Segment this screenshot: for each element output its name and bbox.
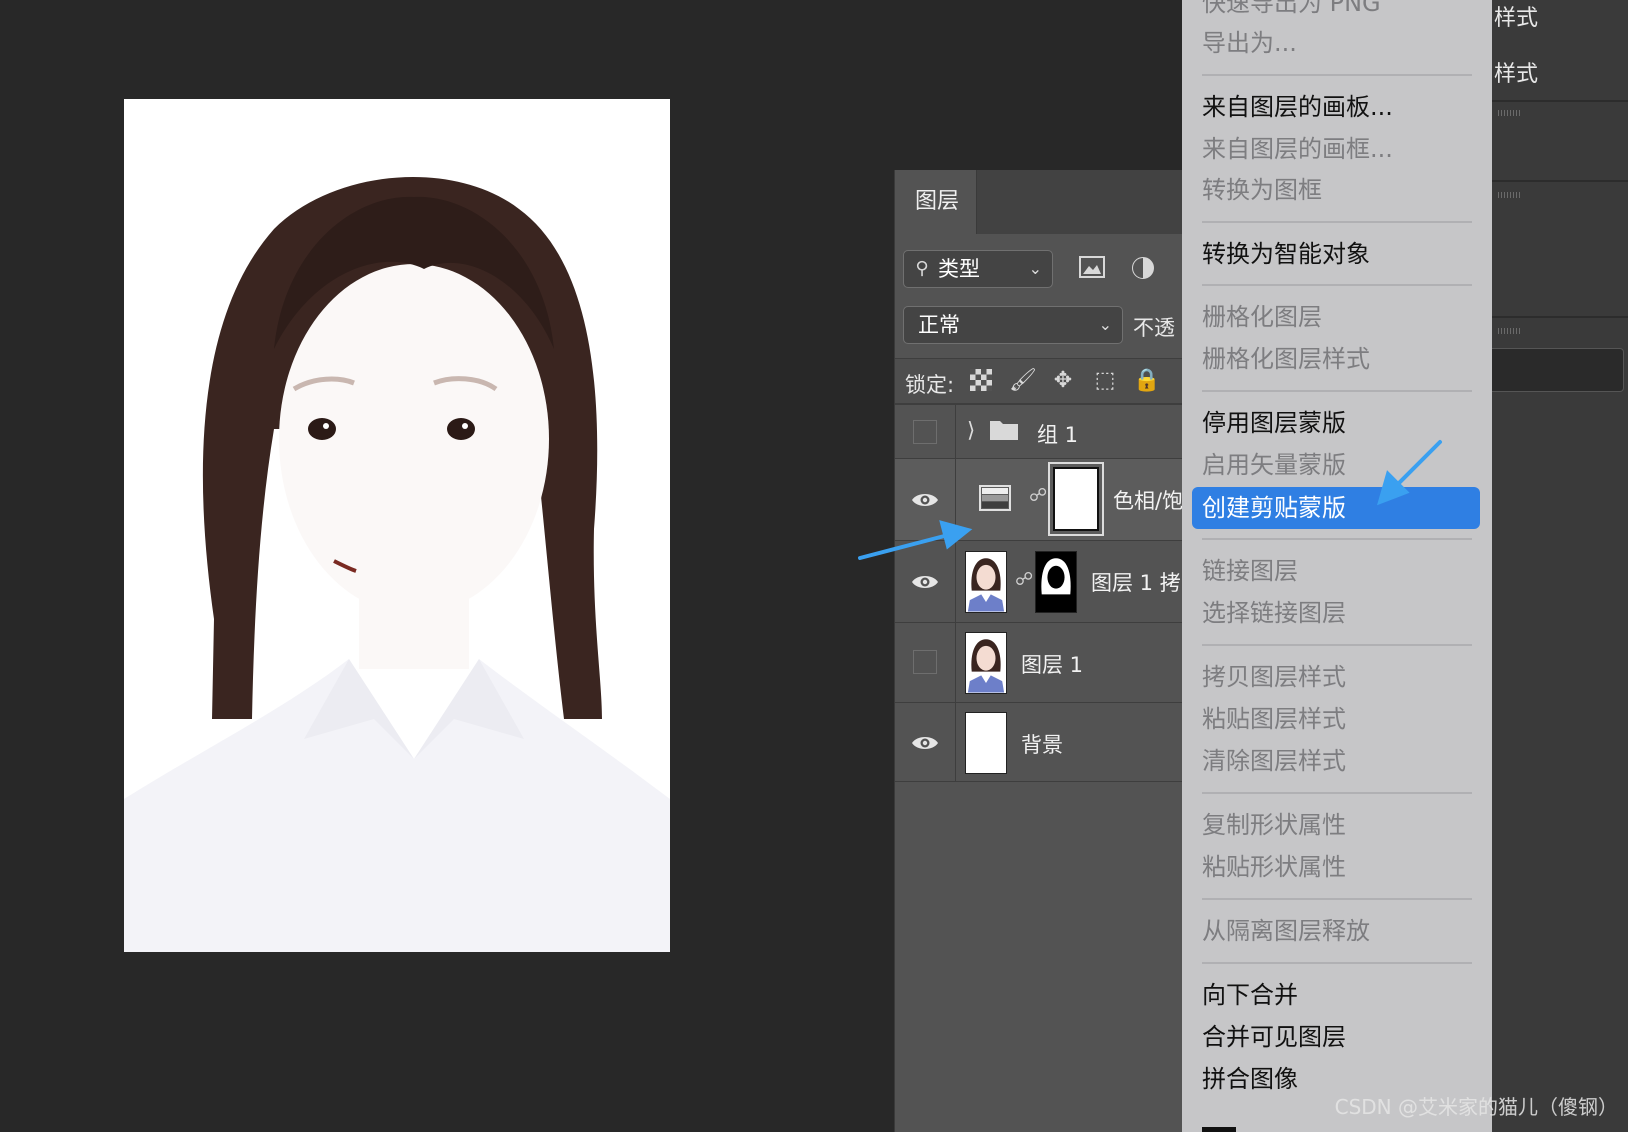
layer-name[interactable]: 图层 1 <box>1021 649 1083 679</box>
move-icon[interactable]: ✥ <box>1049 367 1077 395</box>
layers-tab-bar: 图层 <box>895 170 1204 234</box>
layer-mask-thumbnail[interactable] <box>1035 551 1077 613</box>
menu-separator <box>1202 898 1472 900</box>
menu-item-flatten-image[interactable]: 拼合图像 <box>1202 1062 1298 1096</box>
menu-item-merge-visible[interactable]: 合并可见图层 <box>1202 1020 1346 1054</box>
eye-icon[interactable] <box>911 490 939 510</box>
filter-type-select[interactable]: ⚲ 类型 ⌄ <box>903 250 1053 288</box>
panel-grip[interactable] <box>1498 110 1522 116</box>
menu-separator <box>1202 221 1472 223</box>
menu-separator <box>1202 962 1472 964</box>
visibility-toggle[interactable] <box>913 420 937 444</box>
menu-item-convert-to-smart-object[interactable]: 转换为智能对象 <box>1202 237 1370 271</box>
visibility-column <box>895 405 956 458</box>
layer-row[interactable]: 图层 1 <box>895 622 1204 702</box>
layer-row[interactable]: ⟩ 组 1 <box>895 404 1204 458</box>
menu-item-disable-layer-mask[interactable]: 停用图层蒙版 <box>1202 406 1346 440</box>
search-icon: ⚲ <box>915 258 929 279</box>
brush-icon[interactable]: 🖌 <box>1009 367 1037 395</box>
chain-link-icon[interactable]: ☍ <box>1029 485 1047 506</box>
menu-item-rasterize-layer-style[interactable]: 栅格化图层样式 <box>1202 342 1370 376</box>
layer-name[interactable]: 色相/饱 <box>1113 485 1183 515</box>
menu-item-clear-layer-style[interactable]: 清除图层样式 <box>1202 744 1346 778</box>
layer-row[interactable]: ☍ 图层 1 拷 <box>895 540 1204 622</box>
filter-type-value: 类型 <box>938 257 980 281</box>
menu-item-quick-export[interactable]: 快速导出为 PNG <box>1202 0 1381 20</box>
visibility-column <box>895 459 956 540</box>
layer-thumbnail[interactable] <box>965 551 1007 613</box>
blend-row: 正常 ⌄ 不透 <box>895 304 1204 348</box>
panel-field[interactable] <box>1492 348 1624 392</box>
menu-item-select-linked-layers[interactable]: 选择链接图层 <box>1202 596 1346 630</box>
layer-context-menu: 快速导出为 PNG 导出为... 来自图层的画板... 来自图层的画框... 转… <box>1182 0 1492 1132</box>
layer-name[interactable]: 背景 <box>1021 729 1063 759</box>
menu-separator <box>1202 1127 1236 1132</box>
visibility-column <box>895 541 956 622</box>
panel-label: 样式 <box>1494 6 1539 31</box>
lock-icon[interactable]: 🔒 <box>1133 367 1161 395</box>
layer-name[interactable]: 图层 1 拷 <box>1091 567 1181 597</box>
lock-transparent-icon[interactable] <box>969 369 993 399</box>
layer-row-selected[interactable]: ☍ 色相/饱 <box>895 458 1204 540</box>
menu-item-release-from-isolation[interactable]: 从隔离图层释放 <box>1202 914 1370 948</box>
menu-item-enable-vector-mask[interactable]: 启用矢量蒙版 <box>1202 448 1346 482</box>
properties-panel-strip: 样式 样式 <box>1492 0 1628 1132</box>
blend-mode-select[interactable]: 正常 ⌄ <box>903 306 1123 344</box>
watermark: CSDN @艾米家的猫儿（傻钢） <box>1334 1095 1618 1119</box>
menu-item-copy-layer-style[interactable]: 拷贝图层样式 <box>1202 660 1346 694</box>
folder-icon <box>989 417 1019 445</box>
menu-separator <box>1202 74 1472 76</box>
menu-item-link-layers[interactable]: 链接图层 <box>1202 554 1298 588</box>
layer-thumbnail[interactable] <box>965 712 1007 774</box>
panel-label: 样式 <box>1494 62 1539 87</box>
menu-item-export-as[interactable]: 导出为... <box>1202 26 1297 60</box>
menu-separator <box>1202 792 1472 794</box>
layer-thumbnail[interactable] <box>965 632 1007 694</box>
menu-separator <box>1202 644 1472 646</box>
artboard-icon[interactable]: ⬚ <box>1091 367 1119 395</box>
lock-label: 锁定: <box>905 373 955 397</box>
image-filter-icon[interactable] <box>1077 256 1107 286</box>
layer-name[interactable]: 组 1 <box>1037 419 1078 449</box>
menu-item-convert-to-frame[interactable]: 转换为图框 <box>1202 173 1322 207</box>
hue-saturation-icon <box>979 485 1011 515</box>
visibility-column <box>895 703 956 781</box>
chevron-down-icon: ⌄ <box>1028 259 1042 278</box>
eye-icon[interactable] <box>911 572 939 592</box>
visibility-column <box>895 623 956 702</box>
menu-separator <box>1202 284 1472 286</box>
menu-item-frame-from-layers[interactable]: 来自图层的画框... <box>1202 132 1393 166</box>
chevron-down-icon: ⌄ <box>1098 315 1112 334</box>
menu-item-artboard-from-layers[interactable]: 来自图层的画板... <box>1202 90 1393 124</box>
opacity-label: 不透 <box>1133 316 1175 340</box>
tab-layers[interactable]: 图层 <box>895 170 977 234</box>
layer-row[interactable]: 背景 <box>895 702 1204 782</box>
menu-item-merge-down[interactable]: 向下合并 <box>1202 978 1298 1012</box>
adjustment-filter-icon[interactable] <box>1129 256 1157 288</box>
layer-mask-thumbnail[interactable] <box>1048 462 1104 536</box>
menu-item-paste-layer-style[interactable]: 粘贴图层样式 <box>1202 702 1346 736</box>
blend-mode-value: 正常 <box>918 313 960 337</box>
menu-item-copy-shape-attributes[interactable]: 复制形状属性 <box>1202 808 1346 842</box>
menu-separator <box>1202 390 1472 392</box>
menu-separator <box>1202 538 1472 540</box>
portrait-photo <box>124 99 670 952</box>
menu-item-create-clipping-mask[interactable]: 创建剪贴蒙版 <box>1202 491 1346 525</box>
chain-link-icon[interactable]: ☍ <box>1015 569 1033 590</box>
filter-row: ⚲ 类型 ⌄ <box>895 248 1204 292</box>
eye-icon[interactable] <box>911 733 939 753</box>
lock-row: 锁定: 🖌 ✥ ⬚ 🔒 <box>895 358 1204 404</box>
expand-chevron-icon[interactable]: ⟩ <box>967 418 975 442</box>
panel-grip[interactable] <box>1498 192 1522 198</box>
menu-item-paste-shape-attributes[interactable]: 粘贴形状属性 <box>1202 850 1346 884</box>
panel-grip[interactable] <box>1498 328 1522 334</box>
layers-panel: 图层 ⚲ 类型 ⌄ 正常 ⌄ 不透 锁定: 🖌 ✥ ⬚ 🔒 ⟩ 组 1 ☍ 色相… <box>894 170 1204 1132</box>
visibility-toggle[interactable] <box>913 650 937 674</box>
canvas-document <box>124 99 670 952</box>
menu-item-rasterize-layer[interactable]: 栅格化图层 <box>1202 300 1322 334</box>
